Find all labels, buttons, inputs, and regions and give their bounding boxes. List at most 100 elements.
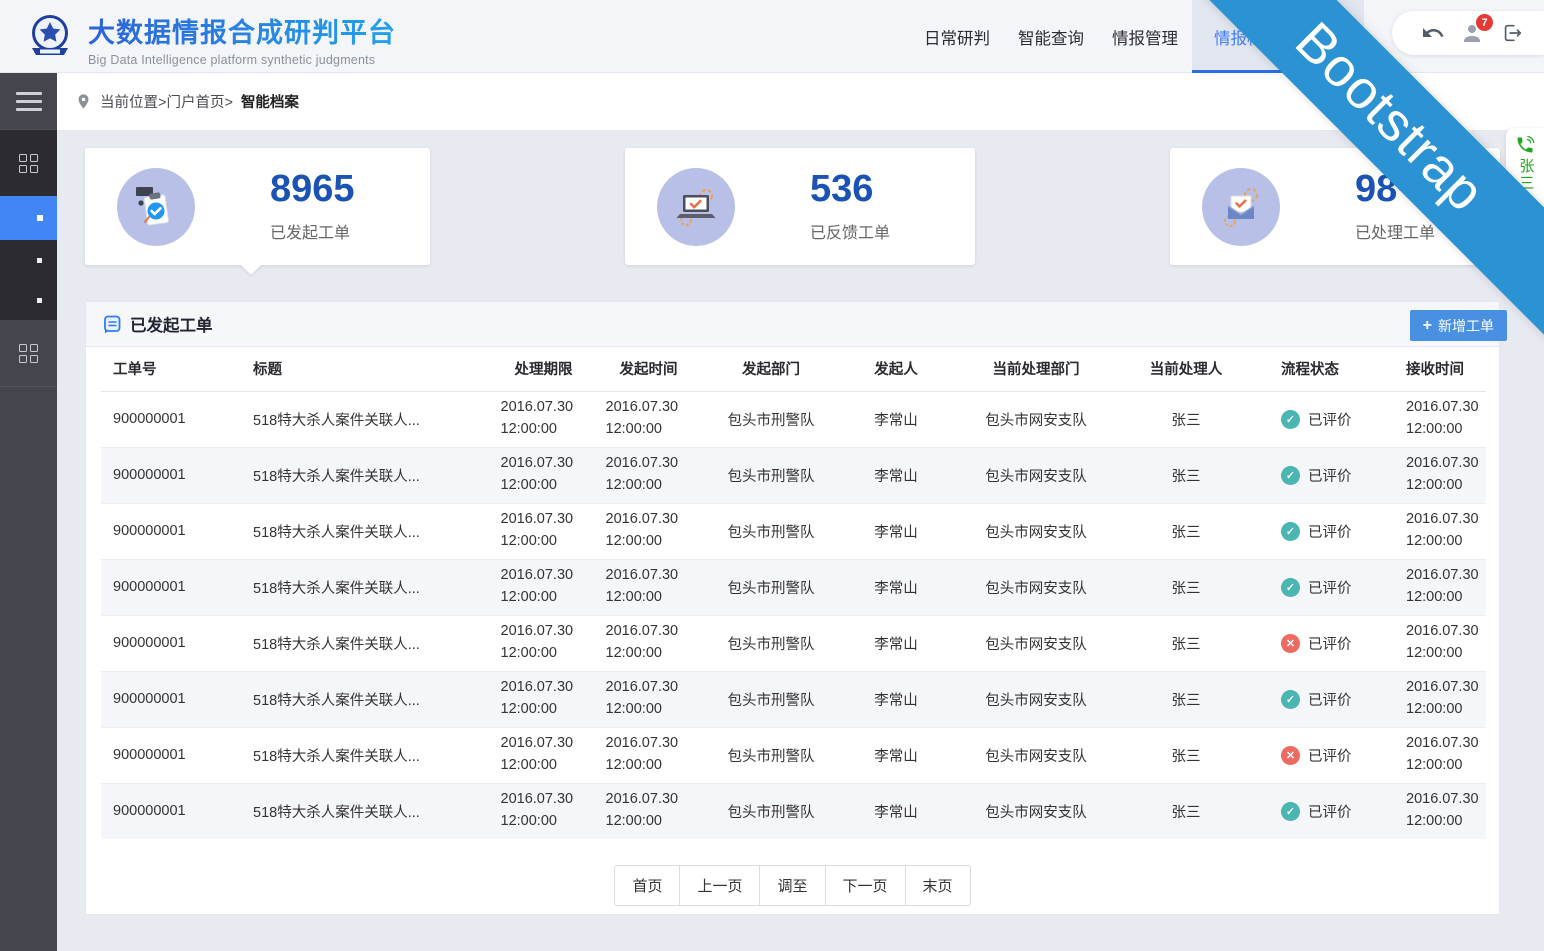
- status-label: 已评价: [1308, 465, 1352, 486]
- cell-deadline: 2016.07.30 12:00:00: [491, 671, 596, 727]
- pagination-prev-button[interactable]: 上一页: [679, 865, 760, 906]
- undo-icon[interactable]: [1420, 20, 1446, 46]
- cell-status: 已评价: [1251, 671, 1381, 727]
- cell-title: 518特大杀人案件关联人...: [241, 503, 491, 559]
- location-pin-icon: [75, 93, 92, 110]
- grid-icon: [19, 154, 38, 173]
- status-icon: [1281, 746, 1300, 765]
- table-row[interactable]: 900000001 518特大杀人案件关联人... 2016.07.30 12:…: [101, 503, 1486, 559]
- cell-current-dept: 包头市网安支队: [951, 391, 1121, 447]
- table-row[interactable]: 900000001 518特大杀人案件关联人... 2016.07.30 12:…: [101, 391, 1486, 447]
- document-icon: [102, 314, 122, 334]
- cell-initiate-dept: 包头市刑警队: [701, 503, 841, 559]
- cell-title: 518特大杀人案件关联人...: [241, 615, 491, 671]
- cell-initiate-time: 2016.07.30 12:00:00: [596, 727, 701, 783]
- col-header-initiate-time: 发起时间: [596, 347, 701, 391]
- col-header-receive-time: 接收时间: [1381, 347, 1486, 391]
- table-row[interactable]: 900000001 518特大杀人案件关联人... 2016.07.30 12:…: [101, 727, 1486, 783]
- status-icon: [1281, 410, 1300, 429]
- sidebar-item-apps-2[interactable]: [0, 320, 57, 386]
- cell-current-handler: 张三: [1121, 615, 1251, 671]
- table-row[interactable]: 900000001 518特大杀人案件关联人... 2016.07.30 12:…: [101, 447, 1486, 503]
- header-actions-pill: 7: [1392, 11, 1544, 55]
- cell-order-id: 900000001: [101, 503, 241, 559]
- logout-icon[interactable]: [1499, 20, 1525, 46]
- cell-deadline: 2016.07.30 12:00:00: [491, 391, 596, 447]
- app-subtitle: Big Data Intelligence platform synthetic…: [88, 53, 396, 67]
- stat-label: 已发起工单: [270, 219, 355, 243]
- cell-current-dept: 包头市网安支队: [951, 559, 1121, 615]
- sidebar-menu-group: [0, 130, 57, 320]
- status-label: 已评价: [1308, 409, 1352, 430]
- cell-current-handler: 张三: [1121, 391, 1251, 447]
- cell-initiate-dept: 包头市刑警队: [701, 559, 841, 615]
- table-body: 900000001 518特大杀人案件关联人... 2016.07.30 12:…: [101, 391, 1486, 839]
- bullet-square-icon: [37, 215, 43, 221]
- col-header-current-handler: 当前处理人: [1121, 347, 1251, 391]
- app-title: 大数据情报合成研判平台: [88, 11, 396, 50]
- stat-card-initiated[interactable]: 8965 已发起工单: [85, 148, 430, 265]
- sidebar: [0, 73, 57, 951]
- table-row[interactable]: 900000001 518特大杀人案件关联人... 2016.07.30 12:…: [101, 559, 1486, 615]
- table-row[interactable]: 900000001 518特大杀人案件关联人... 2016.07.30 12:…: [101, 615, 1486, 671]
- cell-order-id: 900000001: [101, 727, 241, 783]
- laptop-check-illustration: [657, 168, 735, 246]
- cell-initiate-time: 2016.07.30 12:00:00: [596, 559, 701, 615]
- nav-item-intel-management[interactable]: 情报管理: [1098, 0, 1192, 73]
- cell-receive-time: 2016.07.30 12:00:00: [1381, 503, 1486, 559]
- cell-receive-time: 2016.07.30 12:00:00: [1381, 671, 1486, 727]
- cell-title: 518特大杀人案件关联人...: [241, 559, 491, 615]
- bullet-square-icon: [37, 258, 42, 263]
- add-work-order-button[interactable]: + 新增工单: [1410, 310, 1507, 341]
- cell-deadline: 2016.07.30 12:00:00: [491, 503, 596, 559]
- cell-initiate-dept: 包头市刑警队: [701, 391, 841, 447]
- menu-toggle-button[interactable]: [0, 73, 57, 130]
- cell-status: 已评价: [1251, 727, 1381, 783]
- cell-initiator: 李常山: [841, 783, 951, 839]
- pagination-jump-button[interactable]: 调至: [759, 865, 825, 906]
- table-row[interactable]: 900000001 518特大杀人案件关联人... 2016.07.30 12:…: [101, 783, 1486, 839]
- selected-card-pointer: [240, 264, 262, 275]
- status-label: 已评价: [1308, 745, 1352, 766]
- status-icon: [1281, 522, 1300, 541]
- table-header-row: 工单号 标题 处理期限 发起时间 发起部门 发起人 当前处理部门 当前处理人 流…: [101, 347, 1486, 391]
- cell-initiate-dept: 包头市刑警队: [701, 615, 841, 671]
- cell-initiator: 李常山: [841, 727, 951, 783]
- cell-receive-time: 2016.07.30 12:00:00: [1381, 391, 1486, 447]
- sidebar-item-sub-1[interactable]: [0, 240, 57, 280]
- sidebar-item-sub-2[interactable]: [0, 280, 57, 320]
- nav-item-smart-query[interactable]: 智能查询: [1004, 0, 1098, 73]
- status-label: 已评价: [1308, 577, 1352, 598]
- cell-status: 已评价: [1251, 783, 1381, 839]
- cell-current-handler: 张三: [1121, 783, 1251, 839]
- cell-deadline: 2016.07.30 12:00:00: [491, 783, 596, 839]
- cell-receive-time: 2016.07.30 12:00:00: [1381, 615, 1486, 671]
- cell-current-dept: 包头市网安支队: [951, 727, 1121, 783]
- table-row[interactable]: 900000001 518特大杀人案件关联人... 2016.07.30 12:…: [101, 671, 1486, 727]
- stat-label: 已反馈工单: [810, 219, 890, 243]
- clipboard-check-illustration: [117, 168, 195, 246]
- stat-card-feedback[interactable]: 536 已反馈工单: [625, 148, 975, 265]
- mail-check-illustration: [1202, 168, 1280, 246]
- col-header-deadline: 处理期限: [491, 347, 596, 391]
- cell-order-id: 900000001: [101, 615, 241, 671]
- bullet-square-icon: [37, 298, 42, 303]
- cell-order-id: 900000001: [101, 783, 241, 839]
- user-notifications-icon[interactable]: 7: [1459, 20, 1485, 46]
- col-header-initiator: 发起人: [841, 347, 951, 391]
- pagination-next-button[interactable]: 下一页: [825, 865, 906, 906]
- status-label: 已评价: [1308, 521, 1352, 542]
- sidebar-item-apps[interactable]: [0, 130, 57, 196]
- nav-item-daily-judgment[interactable]: 日常研判: [910, 0, 1004, 73]
- cell-deadline: 2016.07.30 12:00:00: [491, 727, 596, 783]
- cell-initiate-time: 2016.07.30 12:00:00: [596, 391, 701, 447]
- pagination-first-button[interactable]: 首页: [614, 865, 680, 906]
- sidebar-item-active[interactable]: [0, 196, 57, 240]
- stat-value: 8965: [270, 170, 355, 210]
- cell-initiator: 李常山: [841, 671, 951, 727]
- cell-status: 已评价: [1251, 391, 1381, 447]
- cell-current-dept: 包头市网安支队: [951, 447, 1121, 503]
- col-header-initiate-dept: 发起部门: [701, 347, 841, 391]
- pagination-last-button[interactable]: 末页: [905, 865, 971, 906]
- cell-initiator: 李常山: [841, 503, 951, 559]
